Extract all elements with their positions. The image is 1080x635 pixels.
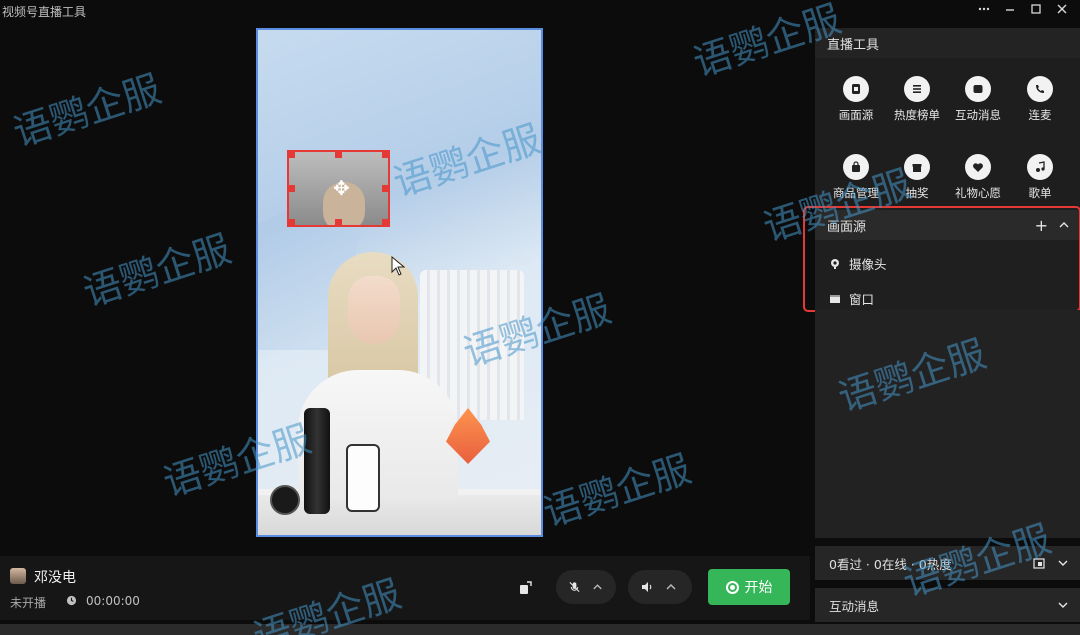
presenter-face	[348, 276, 400, 344]
microphone-control[interactable]	[556, 570, 616, 604]
popout-icon[interactable]	[1032, 556, 1046, 570]
music-icon	[1027, 154, 1053, 180]
record-icon	[725, 580, 739, 594]
live-preview[interactable]	[256, 28, 543, 537]
speaker-icon	[642, 582, 652, 592]
heart-icon	[965, 154, 991, 180]
tool-interaction-messages[interactable]: 互动消息	[948, 76, 1008, 123]
tool-product-management[interactable]: 商品管理	[826, 154, 886, 201]
move-cursor-icon: ✥	[333, 176, 350, 200]
tool-label: 互动消息	[955, 108, 1001, 122]
product-bottle	[304, 408, 330, 514]
live-status: 未开播	[10, 596, 47, 610]
right-panel: 直播工具 画面源 热度榜单 互动消息 连麦 商品管理 抽奖 礼物心愿 歌单 画面…	[803, 28, 1080, 635]
product-phone	[346, 444, 380, 512]
tool-co-host[interactable]: 连麦	[1010, 76, 1070, 123]
resize-handle-bl[interactable]	[289, 219, 295, 225]
tool-lottery[interactable]: 抽奖	[887, 154, 947, 201]
bottom-control-bar: 邓没电 未开播 00:00:00 开始	[0, 556, 810, 620]
resize-handle-tr[interactable]	[382, 152, 388, 158]
tool-label: 热度榜单	[894, 108, 940, 122]
message-icon	[965, 76, 991, 102]
app-title: 视频号直播工具	[2, 4, 87, 19]
start-live-button[interactable]: 开始	[708, 569, 790, 605]
tool-playlist[interactable]: 歌单	[1010, 154, 1070, 201]
share-screen-button[interactable]	[516, 578, 536, 598]
resize-handle-bm[interactable]	[335, 219, 342, 225]
mouse-cursor-icon	[391, 256, 405, 276]
more-icon[interactable]	[976, 1, 992, 17]
tool-label: 礼物心愿	[955, 186, 1001, 200]
live-stage	[0, 22, 810, 552]
microphone-muted-icon	[569, 581, 580, 593]
speaker-control[interactable]	[628, 570, 692, 604]
host-name: 邓没电	[34, 570, 76, 586]
live-stats-bar: 0看过 · 0在线 · 0热度	[815, 546, 1080, 580]
close-icon[interactable]	[1054, 1, 1070, 17]
avatar[interactable]	[10, 568, 26, 584]
product-gadget	[270, 485, 300, 515]
window-controls	[976, 0, 1080, 18]
expand-icon[interactable]	[1056, 556, 1070, 570]
tool-label: 抽奖	[905, 186, 929, 200]
tools-header: 直播工具	[815, 28, 1080, 58]
share-icon	[520, 581, 532, 594]
source-icon	[843, 76, 869, 102]
phone-icon	[1027, 76, 1053, 102]
tool-heat-ranking[interactable]: 热度榜单	[887, 76, 947, 123]
maximize-icon[interactable]	[1028, 1, 1044, 17]
messages-actions	[1056, 588, 1070, 622]
bottom-strip	[0, 624, 1080, 635]
stats-actions	[1032, 546, 1070, 580]
tool-label: 画面源	[838, 108, 874, 122]
live-stats-text: 0看过 · 0在线 · 0热度	[829, 556, 952, 572]
chevron-up-icon[interactable]	[591, 580, 604, 594]
resize-handle-mr[interactable]	[382, 185, 388, 192]
chevron-up-icon[interactable]	[664, 580, 678, 594]
source-highlight-box	[803, 206, 1080, 312]
tool-gift-wish[interactable]: 礼物心愿	[948, 154, 1008, 201]
expand-icon[interactable]	[1056, 598, 1070, 612]
tool-label: 商品管理	[833, 186, 879, 200]
bag-icon	[843, 154, 869, 180]
live-timer: 00:00:00	[86, 594, 140, 608]
tool-source[interactable]: 画面源	[826, 76, 886, 123]
tool-label: 歌单	[1028, 186, 1052, 200]
panel-empty-area	[815, 310, 1080, 538]
tools-grid: 画面源 热度榜单 互动消息 连麦 商品管理 抽奖 礼物心愿 歌单	[815, 58, 1080, 228]
camera-source-overlay[interactable]: ✥	[287, 150, 390, 227]
resize-handle-br[interactable]	[382, 219, 388, 225]
resize-handle-tm[interactable]	[335, 152, 342, 158]
interaction-messages-bar[interactable]: 互动消息	[815, 588, 1080, 622]
gift-icon	[904, 154, 930, 180]
clock-icon	[66, 595, 77, 606]
interaction-messages-title: 互动消息	[829, 598, 880, 614]
resize-handle-tl[interactable]	[289, 152, 295, 158]
title-bar: 视频号直播工具	[0, 0, 1080, 22]
start-live-label: 开始	[744, 580, 773, 596]
preview-table	[258, 495, 541, 535]
resize-handle-ml[interactable]	[289, 185, 295, 192]
tool-label: 连麦	[1028, 108, 1052, 122]
minimize-icon[interactable]	[1002, 1, 1018, 17]
list-icon	[904, 76, 930, 102]
